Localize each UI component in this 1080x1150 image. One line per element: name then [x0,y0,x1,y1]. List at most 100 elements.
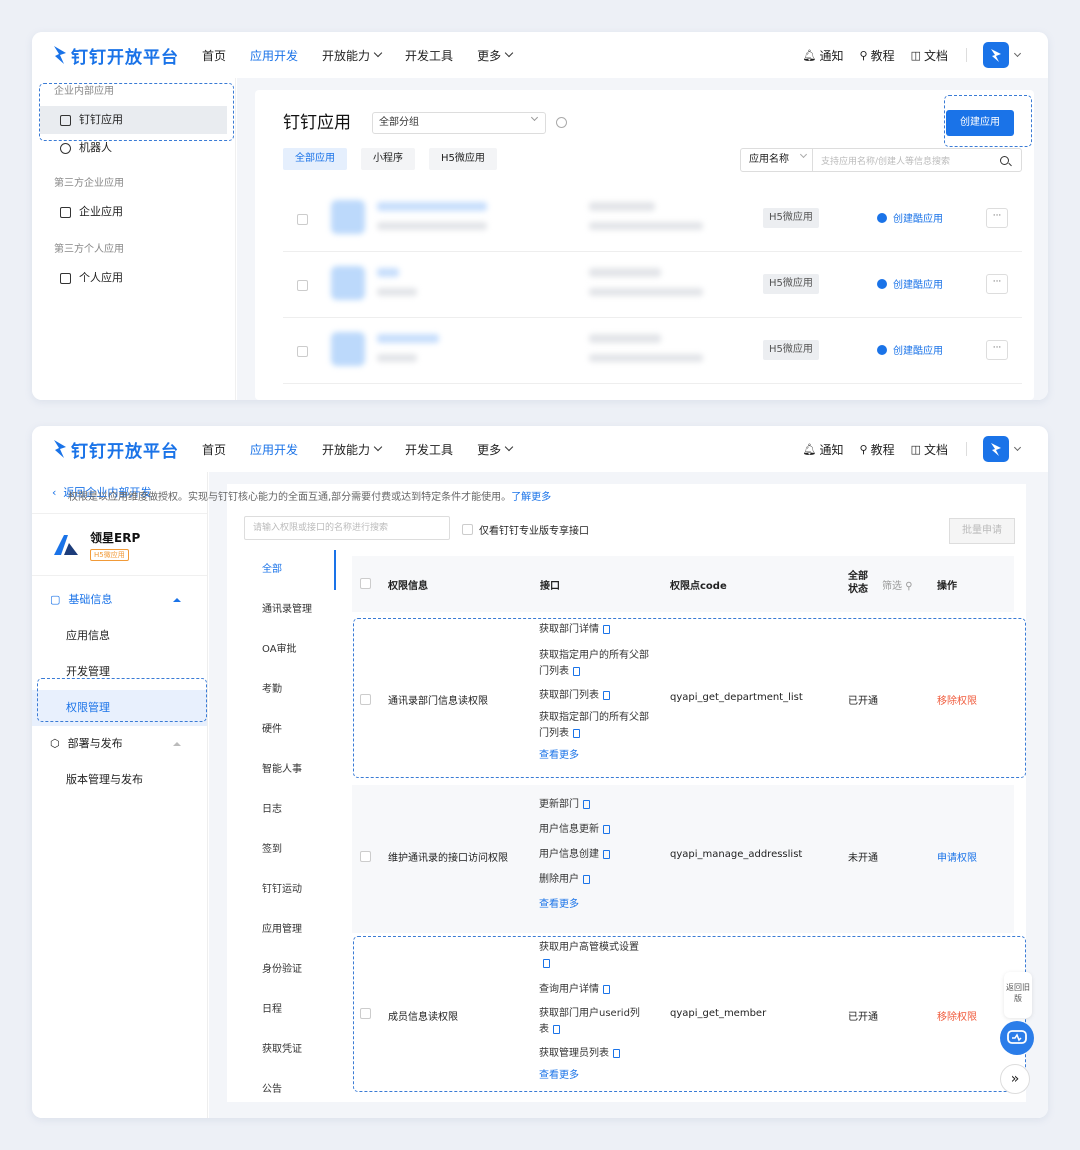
category-item[interactable]: OA审批 [244,630,336,670]
tab-h5-app[interactable]: H5微应用 [429,148,497,170]
expand-icon[interactable]: » [1000,1064,1030,1094]
notify-link[interactable]: 🔔︎ 通知 [803,441,844,458]
docs-link[interactable]: ◫ 文档 [911,441,948,458]
row-checkbox[interactable] [360,1008,371,1019]
create-cool-app-link[interactable]: 创建酷应用 [877,210,943,225]
api-item[interactable]: 获取部门列表 [539,682,649,708]
sidebar-item-robot[interactable]: 机器人 [32,134,235,162]
sidebar-item-dev-manage[interactable]: 开发管理 [32,654,207,690]
permission-search-input[interactable]: 请输入权限或接口的名称进行搜索 [244,516,450,540]
avatar[interactable] [983,42,1009,68]
apply-permission-link[interactable]: 申请权限 [937,849,977,864]
api-item[interactable]: 查询用户详情 [539,978,649,1002]
nav-capabilities[interactable]: 开放能力 [322,441,383,458]
tutorial-link[interactable]: ⚲ 教程 [860,441,895,458]
sidebar-item-dingtalk-app[interactable]: 钉钉应用 [40,106,227,134]
nav-app-dev[interactable]: 应用开发 [250,441,298,458]
chevron-down-icon[interactable] [1013,443,1022,452]
category-item[interactable]: 日程 [244,990,336,1030]
more-button[interactable]: ··· [986,208,1008,228]
batch-apply-button[interactable]: 批量申请 [949,518,1015,544]
row-checkbox[interactable] [360,694,371,705]
category-item[interactable]: 智能人事 [244,750,336,790]
row-checkbox[interactable] [360,851,371,862]
sidebar-item-enterprise-app[interactable]: 企业应用 [32,198,235,226]
category-item[interactable]: 通讯录管理 [244,590,336,630]
view-more-link[interactable]: 查看更多 [539,1068,649,1084]
api-list: 更新部门 用户信息更新 用户信息创建 删除用户 查看更多 [539,797,649,913]
gear-icon[interactable] [556,117,567,128]
api-item[interactable]: 获取部门详情 [539,622,649,642]
nav-home[interactable]: 首页 [202,441,226,458]
category-item[interactable]: 身份验证 [244,950,336,990]
brand-logo[interactable]: 钉钉开放平台 [52,437,202,462]
api-item[interactable]: 获取指定部门的所有父部门列表 [539,708,649,748]
category-item[interactable]: 获取凭证 [244,1030,336,1070]
api-item[interactable]: 用户信息创建 [539,847,649,872]
view-more-link[interactable]: 查看更多 [539,748,649,764]
view-more-link[interactable]: 查看更多 [539,897,649,913]
remove-permission-link[interactable]: 移除权限 [937,692,977,707]
chat-assistant-button[interactable] [1000,1021,1034,1055]
brand-logo[interactable]: 钉钉开放平台 [52,43,202,68]
api-item[interactable]: 删除用户 [539,872,649,897]
category-item[interactable]: 日志 [244,790,336,830]
tab-mini-program[interactable]: 小程序 [361,148,415,170]
status-filter[interactable]: 筛选 ⚲ [882,577,913,592]
category-item[interactable]: 公告 [244,1070,336,1110]
sidebar-item-app-info[interactable]: 应用信息 [32,618,207,654]
category-item[interactable]: 签到 [244,830,336,870]
more-button[interactable]: ··· [986,274,1008,294]
category-item[interactable]: 考勤 [244,670,336,710]
category-item[interactable]: 全部 [244,550,336,590]
api-item[interactable]: 获取指定用户的所有父部门列表 [539,642,649,682]
sidebar-section-basic[interactable]: ▢ 基础信息 [32,582,207,618]
nav-more[interactable]: 更多 [477,441,514,458]
row-checkbox[interactable] [297,280,308,291]
chevron-down-icon[interactable] [1013,49,1022,58]
group-select[interactable]: 全部分组 [372,112,546,134]
nav-dev-tools[interactable]: 开发工具 [405,441,453,458]
nav-dev-tools[interactable]: 开发工具 [405,47,453,64]
search-input[interactable]: 支持应用名称/创建人等信息搜索 [813,154,1000,167]
avatar[interactable] [983,436,1009,462]
nav-home[interactable]: 首页 [202,47,226,64]
doc-icon [603,690,610,700]
api-item[interactable]: 获取部门用户userid列表 [539,1002,649,1044]
api-item[interactable]: 用户信息更新 [539,822,649,847]
notify-link[interactable]: 🔔︎ 通知 [803,47,844,64]
more-button[interactable]: ··· [986,340,1008,360]
search-field-select[interactable]: 应用名称 [741,149,813,171]
category-item[interactable]: 硬件 [244,710,336,750]
remove-permission-link[interactable]: 移除权限 [937,1008,977,1023]
create-cool-app-link[interactable]: 创建酷应用 [877,276,943,291]
tutorial-link[interactable]: ⚲ 教程 [860,47,895,64]
sidebar-item-permission[interactable]: 权限管理 [32,690,207,726]
col-permission-info: 权限信息 [388,581,428,592]
checkbox[interactable] [462,524,473,535]
api-item[interactable]: 获取用户高管模式设置 [539,940,649,978]
row-checkbox[interactable] [297,346,308,357]
sidebar-item-personal-app[interactable]: 个人应用 [32,264,235,292]
nav-app-dev[interactable]: 应用开发 [250,47,298,64]
api-item[interactable]: 更新部门 [539,797,649,822]
learn-more-link[interactable]: 了解更多 [511,492,551,503]
category-item[interactable]: 应用管理 [244,910,336,950]
pro-only-filter[interactable]: 仅看钉钉专业版专享接口 [462,522,589,537]
docs-link[interactable]: ◫ 文档 [911,47,948,64]
nav-more[interactable]: 更多 [477,47,514,64]
blurred-owner [589,202,655,211]
api-item[interactable]: 获取管理员列表 [539,1044,649,1068]
category-item[interactable]: 钉钉运动 [244,870,336,910]
row-checkbox[interactable] [297,214,308,225]
create-app-button[interactable]: 创建应用 [946,110,1014,136]
select-all-checkbox[interactable] [360,578,371,589]
permission-panel: 钉钉开放平台 首页 应用开发 开放能力 开发工具 更多 🔔︎ 通知 ⚲ 教程 ◫ 文档… [32,426,1048,1118]
tab-all-apps[interactable]: 全部应用 [283,148,347,170]
create-cool-app-link[interactable]: 创建酷应用 [877,342,943,357]
sidebar-item-version[interactable]: 版本管理与发布 [32,762,207,798]
nav-capabilities[interactable]: 开放能力 [322,47,383,64]
search-icon[interactable] [1000,155,1009,165]
back-to-old-version-button[interactable]: 返回旧版 [1004,972,1032,1018]
sidebar-section-deploy[interactable]: ⬡ 部署与发布 [32,726,207,762]
